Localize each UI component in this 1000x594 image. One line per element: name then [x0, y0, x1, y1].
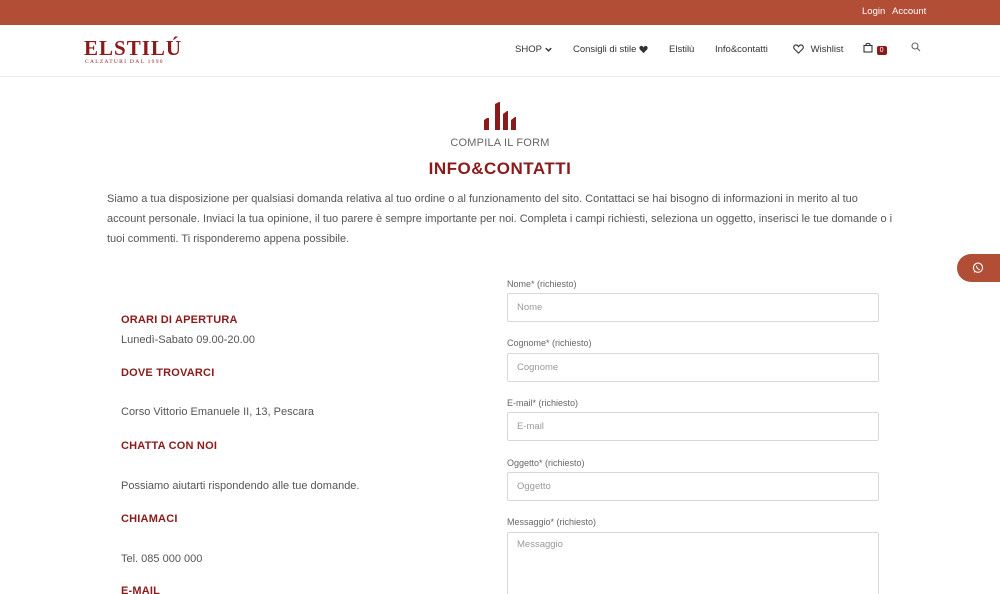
email-heading: E-MAIL [121, 585, 161, 594]
account-link[interactable]: Account [892, 6, 926, 17]
phone-text: Tel. 085 000 000 [121, 553, 203, 565]
messaggio-label: Messaggio* (richiesto) [507, 517, 597, 527]
messaggio-field[interactable] [507, 532, 879, 594]
heart-outline-icon [793, 44, 807, 55]
whatsapp-chat-button[interactable] [957, 254, 1000, 282]
cognome-field[interactable] [507, 353, 879, 382]
site-header: ELSTILÚ CALZATURI DAL 1990 SHOP Consigli… [0, 25, 1000, 77]
heart-icon [639, 44, 648, 55]
nav-wishlist[interactable]: Wishlist [793, 44, 843, 55]
nav-info-contatti[interactable]: Info&contatti [715, 44, 768, 55]
oggetto-field[interactable] [507, 472, 879, 501]
opening-hours-text: Lunedì-Sabato 09.00-20.00 [121, 334, 255, 346]
top-bar: Login Account [0, 0, 1000, 25]
nav-consigli-di-stile[interactable]: Consigli di stile [573, 44, 648, 55]
email-label: E-mail* (richiesto) [507, 398, 579, 408]
location-text: Corso Vittorio Emanuele II, 13, Pescara [121, 406, 315, 418]
boots-logo-icon [483, 102, 519, 135]
page-title: INFO&CONTATTI [428, 159, 572, 178]
chat-text: Possiamo aiutarti rispondendo alle tue d… [121, 480, 360, 492]
cognome-label: Cognome* (richiesto) [507, 338, 592, 348]
logo-tagline: CALZATURI DAL 1990 [85, 59, 164, 65]
call-heading: CHIAMACI [121, 513, 178, 525]
search-button[interactable] [911, 42, 921, 53]
location-heading: DOVE TROVARCI [121, 367, 215, 379]
login-link[interactable]: Login [862, 6, 885, 17]
nome-label: Nome* (richiesto) [507, 279, 577, 289]
site-logo[interactable]: ELSTILÚ CALZATURI DAL 1990 [84, 37, 188, 67]
cart-button[interactable]: 0 [863, 42, 887, 56]
nome-field[interactable] [507, 293, 879, 322]
nav-wishlist-label: Wishlist [810, 44, 844, 55]
intro-text: Siamo a tua disposizione per qualsiasi d… [107, 193, 893, 245]
nav-elstilu[interactable]: Elstilù [669, 44, 694, 55]
opening-hours-heading: ORARI DI APERTURA [121, 314, 238, 326]
shopping-bag-icon [863, 42, 876, 53]
chat-heading: CHATTA CON NOI [121, 440, 218, 452]
nav-shop[interactable]: SHOP [515, 44, 553, 55]
nav-consigli-label: Consigli di stile [573, 44, 637, 55]
nav-shop-label: SHOP [515, 44, 542, 55]
cart-count-badge: 0 [876, 46, 887, 56]
logo-wordmark: ELSTILÚ [84, 36, 183, 60]
page-subheading: COMPILA IL FORM [450, 137, 550, 149]
search-icon [911, 42, 921, 53]
oggetto-label: Oggetto* (richiesto) [507, 458, 585, 468]
email-field[interactable] [507, 412, 879, 441]
chevron-down-icon [544, 44, 553, 55]
